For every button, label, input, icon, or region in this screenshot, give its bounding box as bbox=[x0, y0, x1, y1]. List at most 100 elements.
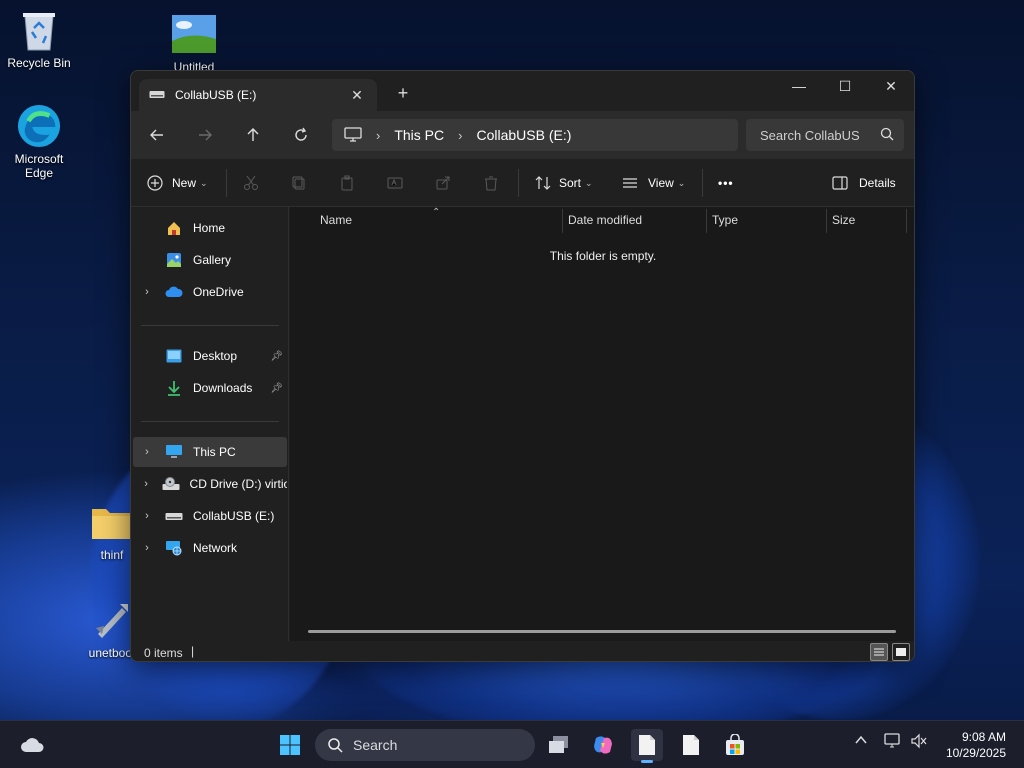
clipboard-icon bbox=[341, 175, 353, 191]
view-label: View bbox=[648, 176, 674, 190]
desktop-icon-untitled[interactable]: Untitled bbox=[156, 12, 232, 74]
column-divider[interactable] bbox=[706, 209, 707, 233]
column-header-date-modified[interactable]: Date modified bbox=[568, 207, 642, 233]
chevron-right-icon[interactable]: › bbox=[133, 542, 161, 554]
task-view-button[interactable] bbox=[543, 729, 575, 761]
usb-drive-icon bbox=[163, 508, 185, 524]
sidebar-item-home[interactable]: Home bbox=[133, 213, 287, 243]
column-divider[interactable] bbox=[906, 209, 907, 233]
paste-button[interactable] bbox=[339, 171, 355, 195]
more-options-button[interactable]: ••• bbox=[718, 171, 734, 195]
breadcrumb-this-pc[interactable]: This PC bbox=[394, 127, 444, 143]
rename-icon bbox=[387, 177, 403, 189]
copy-button[interactable] bbox=[291, 171, 307, 195]
navigation-bar: › This PC › CollabUSB (E:) Search Collab… bbox=[131, 111, 914, 159]
close-button[interactable]: ✕ bbox=[868, 71, 914, 101]
search-input[interactable]: Search CollabUS bbox=[746, 119, 904, 151]
start-button[interactable] bbox=[274, 729, 306, 761]
minimize-button[interactable]: — bbox=[776, 71, 822, 101]
cut-button[interactable] bbox=[243, 171, 259, 195]
widgets-button[interactable] bbox=[16, 729, 48, 761]
copy-icon bbox=[292, 176, 305, 190]
details-button[interactable]: Details bbox=[832, 171, 896, 195]
taskbar-search[interactable]: Search bbox=[315, 729, 535, 761]
sidebar-item-cd-drive[interactable]: › CD Drive (D:) virtio- bbox=[133, 469, 287, 499]
desktop-icon-edge[interactable]: Microsoft Edge bbox=[1, 104, 77, 180]
arrow-left-icon bbox=[150, 129, 163, 141]
sidebar-item-downloads[interactable]: Downloads 📌︎ bbox=[133, 373, 287, 403]
taskbar-app-store[interactable] bbox=[719, 729, 751, 761]
command-bar: New ⌄ Sort ⌄ View ⌄ ••• Details bbox=[131, 159, 914, 207]
chevron-up-icon bbox=[855, 735, 867, 744]
sidebar-item-collabusb[interactable]: › CollabUSB (E:) bbox=[133, 501, 287, 531]
horizontal-scrollbar[interactable] bbox=[308, 630, 896, 633]
column-header-name[interactable]: Name bbox=[320, 207, 352, 233]
column-header-size[interactable]: Size bbox=[832, 207, 855, 233]
copilot-button[interactable] bbox=[587, 729, 619, 761]
windows-logo-icon bbox=[280, 735, 300, 755]
list-icon bbox=[874, 648, 884, 656]
chevron-right-icon[interactable]: › bbox=[133, 510, 161, 522]
navigation-pane: Home Gallery › OneDrive Desktop 📌︎ Downl… bbox=[131, 207, 289, 641]
tab-title: CollabUSB (E:) bbox=[175, 88, 257, 102]
tiles-view-button[interactable] bbox=[892, 643, 910, 661]
tab-collabusb[interactable]: CollabUSB (E:) ✕ bbox=[139, 79, 377, 111]
breadcrumb-collabusb[interactable]: CollabUSB (E:) bbox=[476, 127, 571, 143]
status-separator: | bbox=[191, 644, 195, 658]
sidebar-item-label: Desktop bbox=[193, 349, 238, 363]
column-divider[interactable] bbox=[826, 209, 827, 233]
image-file-icon bbox=[172, 12, 216, 56]
document-icon bbox=[639, 735, 655, 755]
back-button[interactable] bbox=[145, 123, 169, 147]
new-button[interactable]: New ⌄ bbox=[147, 171, 208, 195]
system-clock[interactable]: 9:08 AM 10/29/2025 bbox=[946, 729, 1006, 761]
pin-icon[interactable]: 📌︎ bbox=[270, 383, 283, 394]
chevron-right-icon[interactable]: › bbox=[133, 446, 161, 458]
sidebar-item-gallery[interactable]: Gallery bbox=[133, 245, 287, 275]
delete-button[interactable] bbox=[483, 171, 499, 195]
trash-icon bbox=[485, 176, 497, 191]
details-view-button[interactable] bbox=[870, 643, 888, 661]
rename-button[interactable] bbox=[387, 171, 403, 195]
copilot-icon bbox=[594, 736, 612, 754]
refresh-button[interactable] bbox=[289, 123, 313, 147]
document-icon bbox=[683, 735, 699, 755]
sidebar-item-label: This PC bbox=[193, 445, 236, 459]
tiles-icon bbox=[896, 648, 906, 656]
ellipsis-icon: ••• bbox=[718, 176, 734, 190]
item-count: 0 items bbox=[144, 646, 183, 660]
share-button[interactable] bbox=[435, 171, 451, 195]
monitor-icon bbox=[163, 444, 185, 460]
close-tab-icon[interactable]: ✕ bbox=[347, 87, 367, 104]
show-hidden-icons-button[interactable] bbox=[855, 733, 867, 748]
desktop-icon-recycle-bin[interactable]: Recycle Bin bbox=[1, 8, 77, 70]
column-header-type[interactable]: Type bbox=[712, 207, 738, 233]
sidebar-item-onedrive[interactable]: › OneDrive bbox=[133, 277, 287, 307]
chevron-right-icon[interactable]: › bbox=[133, 286, 161, 298]
column-divider[interactable] bbox=[562, 209, 563, 233]
view-button[interactable]: View ⌄ bbox=[622, 171, 685, 195]
network-tray-icon[interactable] bbox=[884, 733, 902, 752]
sidebar-item-network[interactable]: › Network bbox=[133, 533, 287, 563]
plus-circle-icon bbox=[147, 175, 163, 191]
pin-icon[interactable]: 📌︎ bbox=[270, 351, 283, 362]
forward-button[interactable] bbox=[193, 123, 217, 147]
sidebar-divider bbox=[141, 421, 279, 422]
search-placeholder: Search CollabUS bbox=[760, 127, 860, 143]
chevron-right-icon[interactable]: › bbox=[133, 478, 159, 490]
taskbar-app-file-explorer[interactable] bbox=[631, 729, 663, 763]
sidebar-item-this-pc[interactable]: › This PC bbox=[133, 437, 287, 467]
address-bar[interactable]: › This PC › CollabUSB (E:) bbox=[332, 119, 738, 151]
arrow-up-icon bbox=[247, 128, 259, 141]
new-tab-button[interactable]: + bbox=[393, 83, 413, 104]
volume-tray-icon[interactable] bbox=[910, 733, 928, 752]
maximize-button[interactable]: ☐ bbox=[822, 71, 868, 101]
taskbar-app-notepad[interactable] bbox=[675, 729, 707, 761]
up-button[interactable] bbox=[241, 123, 265, 147]
sort-button[interactable]: Sort ⌄ bbox=[535, 171, 593, 195]
view-list-icon bbox=[623, 178, 637, 188]
toolbar-divider bbox=[226, 169, 227, 197]
sidebar-item-label: Network bbox=[193, 541, 238, 555]
sidebar-item-desktop[interactable]: Desktop 📌︎ bbox=[133, 341, 287, 371]
desktop-icon-label: Microsoft Edge bbox=[14, 152, 64, 180]
